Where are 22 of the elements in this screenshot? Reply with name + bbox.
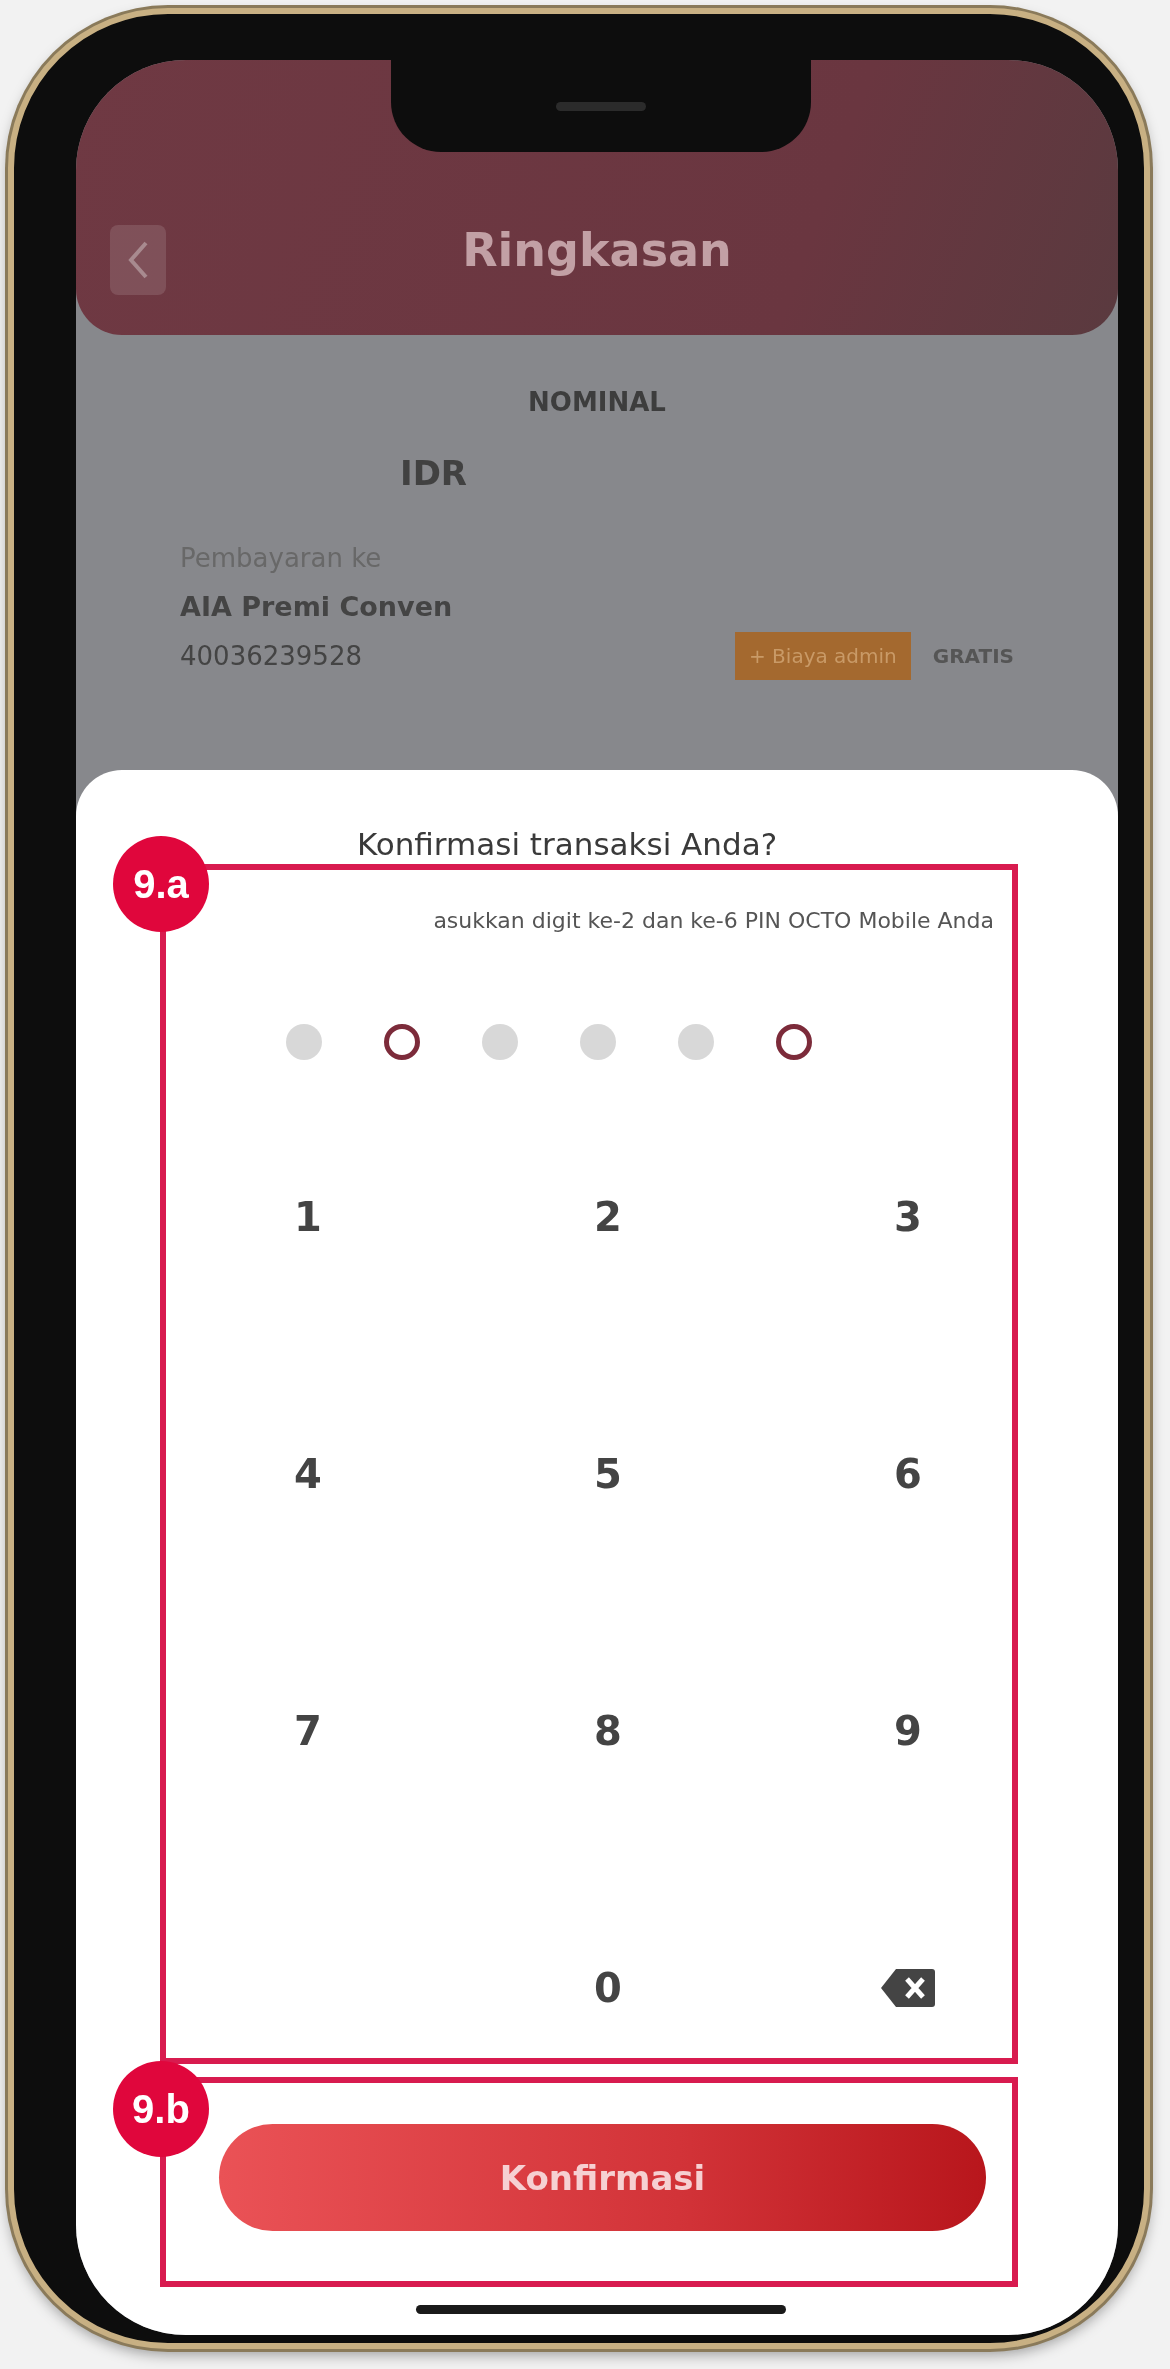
- payee-name: AIA Premi Conven: [180, 591, 453, 622]
- digit-key[interactable]: 2: [563, 1170, 653, 1264]
- digit-key[interactable]: 5: [563, 1427, 653, 1521]
- account-number: 40036239528: [180, 641, 363, 671]
- pin-instruction: asukkan digit ke-2 dan ke-6 PIN OCTO Mobile Anda: [433, 908, 994, 933]
- backspace-icon: [880, 1967, 936, 2009]
- digit-key[interactable]: 6: [863, 1427, 953, 1521]
- digit-key[interactable]: 3: [863, 1170, 953, 1264]
- digit-key[interactable]: 9: [863, 1684, 953, 1778]
- screen-title: Ringkasan: [462, 223, 732, 277]
- digit-key[interactable]: 8: [563, 1684, 653, 1778]
- nominal-label: NOMINAL: [528, 387, 666, 417]
- digit-key[interactable]: 7: [263, 1684, 353, 1778]
- digit-key[interactable]: 4: [263, 1427, 353, 1521]
- fee-badge: + Biaya admin: [735, 632, 911, 680]
- digit-key[interactable]: 0: [563, 1941, 653, 2035]
- digit-key[interactable]: 1: [263, 1170, 353, 1264]
- currency-label: IDR: [400, 453, 468, 493]
- callout-badge: 9.b: [113, 2061, 209, 2157]
- sheet-title: Konfirmasi transaksi Anda?: [356, 826, 778, 862]
- callout-badge: 9.a: [113, 836, 209, 932]
- chevron-left-icon: [126, 240, 150, 280]
